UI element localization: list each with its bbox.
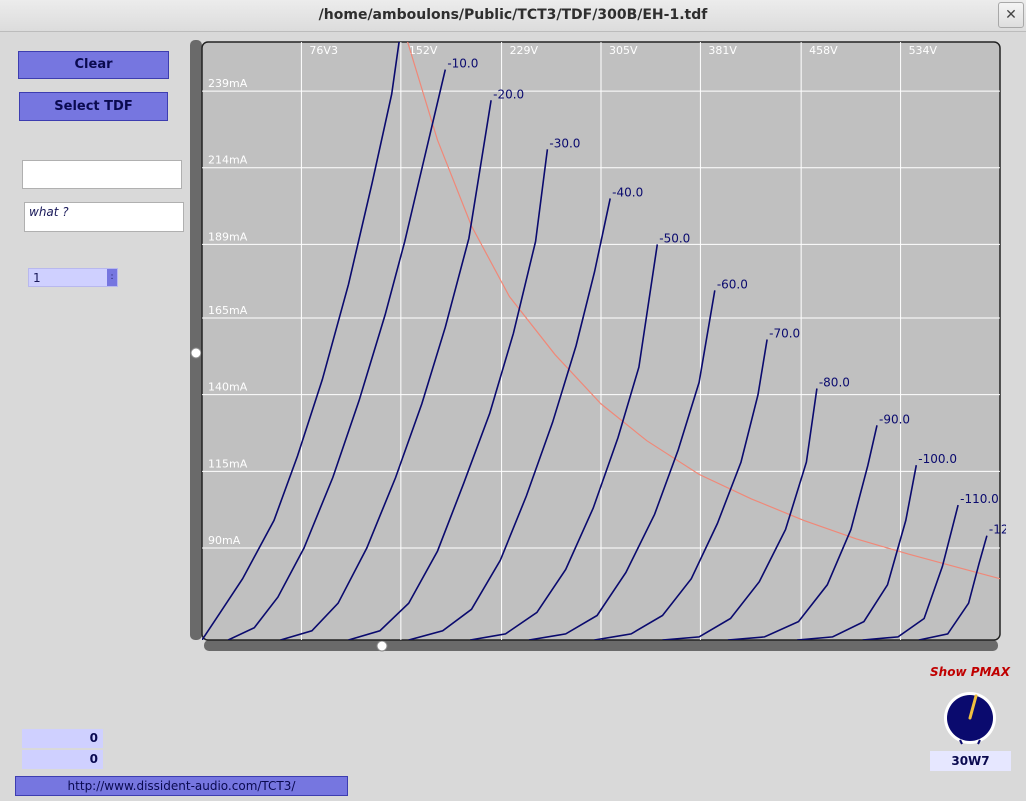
x-tick-label: 76V3: [309, 44, 338, 57]
y-tick-label: 140mA: [208, 381, 248, 394]
select-tdf-button[interactable]: Select TDF: [19, 92, 168, 121]
what-field[interactable]: what ?: [24, 202, 184, 232]
x-scroll-handle[interactable]: [376, 640, 388, 652]
close-window-button[interactable]: ✕: [998, 2, 1024, 28]
curve-label: -60.0: [717, 277, 748, 291]
x-tick-label: 381V: [708, 44, 737, 57]
curve-label: -20.0: [493, 87, 524, 101]
tube-model-label: 30W7: [930, 751, 1011, 771]
x-readout: 0: [22, 729, 103, 748]
x-tick-label: 458V: [809, 44, 838, 57]
curve-label: -30.0: [549, 136, 580, 150]
window-title: /home/amboulons/Public/TCT3/TDF/300B/EH-…: [318, 7, 708, 23]
curve-label: -100.0: [918, 452, 957, 466]
y-tick-label: 189mA: [208, 230, 248, 243]
spinner-value: 1: [33, 271, 41, 285]
y-tick-label: 165mA: [208, 304, 248, 317]
curve-label: -70.0: [769, 326, 800, 340]
y-scrollbar[interactable]: [190, 40, 202, 640]
curve-label: -80.0: [819, 376, 850, 390]
website-link[interactable]: http://www.dissident-audio.com/TCT3/: [15, 776, 348, 796]
x-scrollbar[interactable]: [204, 640, 998, 651]
y-tick-label: 239mA: [208, 77, 248, 90]
x-tick-label: 152V: [409, 44, 438, 57]
y-tick-label: 115mA: [208, 457, 248, 470]
curve-label: -90.0: [879, 412, 910, 426]
text-input-field[interactable]: [22, 160, 182, 189]
y-tick-label: 214mA: [208, 154, 248, 167]
title-bar: /home/amboulons/Public/TCT3/TDF/300B/EH-…: [0, 0, 1026, 32]
x-tick-label: 305V: [609, 44, 638, 57]
plate-curves-chart: 76V3 152V 229V 305V 381V 458V 534V 90mA 115mA 140…: [190, 40, 1016, 652]
y-scroll-handle[interactable]: [190, 347, 202, 359]
spinner-arrow-icon[interactable]: :: [107, 269, 117, 286]
chart-svg: 76V3 152V 229V 305V 381V 458V 534V 90mA 115mA 140…: [190, 40, 1016, 652]
x-tick-label: 534V: [909, 44, 938, 57]
show-pmax-label[interactable]: Show PMAX: [930, 665, 1010, 679]
plot-area: 76V3 152V 229V 305V 381V 458V 534V 90mA 115mA 140…: [201, 41, 1016, 641]
pmax-knob-icon[interactable]: [940, 688, 1000, 748]
curve-label: -110.0: [960, 492, 999, 506]
clear-button[interactable]: Clear: [18, 51, 169, 79]
curve-label: -40.0: [612, 185, 643, 199]
curve-step-spinner[interactable]: 1 :: [28, 268, 118, 287]
y-readout: 0: [22, 750, 103, 769]
curve-label: -10.0: [447, 57, 478, 71]
x-tick-label: 229V: [510, 44, 539, 57]
y-tick-label: 90mA: [208, 534, 241, 547]
curve-label: -50.0: [659, 231, 690, 245]
curve-label: -120: [989, 523, 1006, 537]
